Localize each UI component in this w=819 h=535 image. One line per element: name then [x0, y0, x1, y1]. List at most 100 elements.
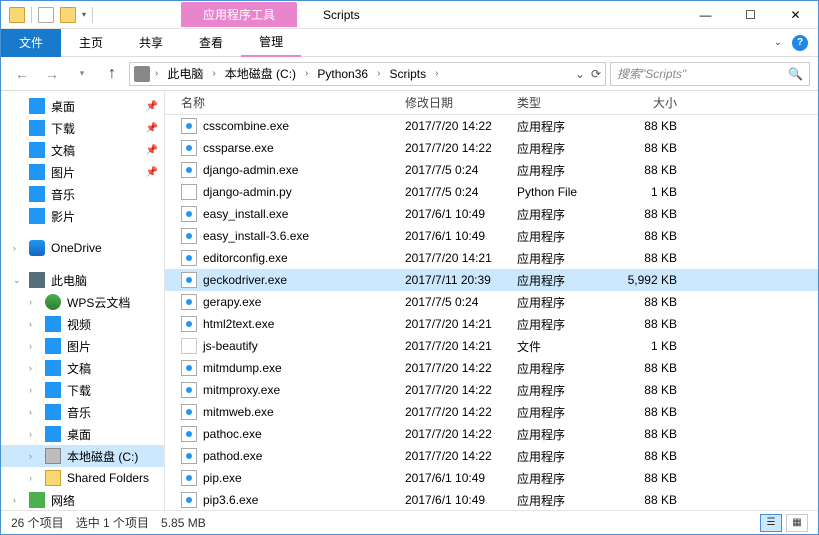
file-date: 2017/7/20 14:22 [405, 449, 517, 463]
search-input[interactable]: 搜索"Scripts" 🔍 [610, 62, 810, 86]
tab-manage[interactable]: 管理 [241, 29, 301, 57]
col-header-type[interactable]: 类型 [517, 94, 617, 111]
sidebar-item-thispc[interactable]: ⌄ 此电脑 [1, 269, 164, 291]
file-date: 2017/6/1 10:49 [405, 471, 517, 485]
file-row[interactable]: html2text.exe2017/7/20 14:21应用程序88 KB [165, 313, 818, 335]
nav-label: 视频 [67, 316, 91, 333]
chevron-right-icon[interactable]: › [13, 243, 16, 253]
chevron-right-icon[interactable]: › [29, 473, 32, 483]
file-row[interactable]: pathoc.exe2017/7/20 14:22应用程序88 KB [165, 423, 818, 445]
tab-file[interactable]: 文件 [1, 29, 61, 57]
sidebar-item-pictures2[interactable]: ›图片 [1, 335, 164, 357]
nav-label: 此电脑 [51, 272, 87, 289]
chevron-right-icon[interactable]: › [13, 495, 16, 505]
chevron-right-icon[interactable]: › [374, 68, 383, 79]
file-row[interactable]: mitmproxy.exe2017/7/20 14:22应用程序88 KB [165, 379, 818, 401]
breadcrumb-seg[interactable]: 本地磁盘 (C:) [221, 63, 300, 84]
sidebar-item-desktop[interactable]: 桌面📌 [1, 95, 164, 117]
sidebar-item-downloads[interactable]: 下载📌 [1, 117, 164, 139]
file-type: Python File [517, 185, 617, 199]
chevron-right-icon[interactable]: › [29, 429, 32, 439]
forward-button[interactable]: → [39, 61, 65, 87]
sidebar-item-documents[interactable]: 文稿📌 [1, 139, 164, 161]
chevron-right-icon[interactable]: › [29, 385, 32, 395]
sidebar-item-pictures[interactable]: 图片📌 [1, 161, 164, 183]
help-icon[interactable]: ? [792, 35, 808, 51]
sidebar-item-downloads2[interactable]: ›下载 [1, 379, 164, 401]
chevron-down-icon[interactable]: ⌄ [13, 275, 21, 286]
sidebar-item-music2[interactable]: ›音乐 [1, 401, 164, 423]
col-header-size[interactable]: 大小 [617, 94, 717, 111]
col-header-date[interactable]: 修改日期 [405, 94, 517, 111]
tab-share[interactable]: 共享 [121, 29, 181, 57]
chevron-right-icon[interactable]: › [152, 68, 161, 79]
recent-locations-icon[interactable]: ▾ [69, 61, 95, 87]
qat-customize-icon[interactable]: ▾ [82, 10, 86, 19]
file-row[interactable]: geckodriver.exe2017/7/11 20:39应用程序5,992 … [165, 269, 818, 291]
ribbon-expand-icon[interactable]: ⌄ [774, 37, 782, 48]
icons-view-button[interactable]: ▦ [786, 514, 808, 532]
sidebar-item-network[interactable]: ›网络 [1, 489, 164, 510]
file-row[interactable]: easy_install.exe2017/6/1 10:49应用程序88 KB [165, 203, 818, 225]
file-row[interactable]: csscombine.exe2017/7/20 14:22应用程序88 KB [165, 115, 818, 137]
properties-icon[interactable] [38, 7, 54, 23]
sidebar-item-wps[interactable]: ›WPS云文档 [1, 291, 164, 313]
file-row[interactable]: editorconfig.exe2017/7/20 14:21应用程序88 KB [165, 247, 818, 269]
address-box[interactable]: › 此电脑 › 本地磁盘 (C:) › Python36 › Scripts ›… [129, 62, 606, 86]
file-row[interactable]: cssparse.exe2017/7/20 14:22应用程序88 KB [165, 137, 818, 159]
tab-home[interactable]: 主页 [61, 29, 121, 57]
file-name: easy_install-3.6.exe [203, 229, 309, 243]
minimize-button[interactable]: — [683, 1, 728, 29]
sidebar-item-localdisk[interactable]: › 本地磁盘 (C:) [1, 445, 164, 467]
breadcrumb-seg[interactable]: Python36 [313, 65, 372, 83]
sidebar-item-documents2[interactable]: ›文稿 [1, 357, 164, 379]
chevron-right-icon[interactable]: › [432, 68, 441, 79]
chevron-right-icon[interactable]: › [29, 407, 32, 417]
drive-icon[interactable] [134, 66, 150, 82]
file-row[interactable]: pip3.6.exe2017/6/1 10:49应用程序88 KB [165, 489, 818, 510]
picture-icon [45, 338, 61, 354]
sidebar-item-videos[interactable]: › 视频 [1, 313, 164, 335]
chevron-right-icon[interactable]: › [209, 68, 218, 79]
file-size: 5,992 KB [617, 273, 717, 287]
sidebar-item-shared[interactable]: ›Shared Folders [1, 467, 164, 489]
maximize-button[interactable]: ☐ [728, 1, 773, 29]
file-row[interactable]: django-admin.exe2017/7/5 0:24应用程序88 KB [165, 159, 818, 181]
chevron-right-icon[interactable]: › [29, 341, 32, 351]
file-row[interactable]: django-admin.py2017/7/5 0:24Python File1… [165, 181, 818, 203]
file-row[interactable]: easy_install-3.6.exe2017/6/1 10:49应用程序88… [165, 225, 818, 247]
refresh-icon[interactable]: ⟳ [591, 67, 601, 81]
file-icon [181, 448, 197, 464]
sidebar-item-desktop2[interactable]: ›桌面 [1, 423, 164, 445]
file-row[interactable]: js-beautify2017/7/20 14:21文件1 KB [165, 335, 818, 357]
disk-icon [45, 448, 61, 464]
file-row[interactable]: mitmdump.exe2017/7/20 14:22应用程序88 KB [165, 357, 818, 379]
close-button[interactable]: ✕ [773, 1, 818, 29]
chevron-right-icon[interactable]: › [29, 319, 32, 329]
file-row[interactable]: gerapy.exe2017/7/5 0:24应用程序88 KB [165, 291, 818, 313]
chevron-right-icon[interactable]: › [29, 451, 32, 461]
dropdown-icon[interactable]: ⌄ [575, 67, 585, 81]
nav-label: 本地磁盘 (C:) [67, 448, 138, 465]
chevron-right-icon[interactable]: › [302, 68, 311, 79]
chevron-right-icon[interactable]: › [29, 363, 32, 373]
sidebar-item-onedrive[interactable]: ›OneDrive [1, 237, 164, 259]
file-row[interactable]: mitmweb.exe2017/7/20 14:22应用程序88 KB [165, 401, 818, 423]
new-folder-icon[interactable] [60, 7, 76, 23]
file-type: 文件 [517, 338, 617, 355]
col-header-name[interactable]: 名称 [165, 94, 405, 111]
details-view-button[interactable]: ☰ [760, 514, 782, 532]
breadcrumb-seg[interactable]: 此电脑 [163, 63, 207, 84]
back-button[interactable]: ← [9, 61, 35, 87]
breadcrumb-seg[interactable]: Scripts [385, 65, 430, 83]
search-icon[interactable]: 🔍 [788, 67, 803, 81]
wps-icon [45, 294, 61, 310]
up-button[interactable]: ↑ [99, 61, 125, 87]
tab-view[interactable]: 查看 [181, 29, 241, 57]
file-row[interactable]: pip.exe2017/6/1 10:49应用程序88 KB [165, 467, 818, 489]
sidebar-item-music[interactable]: 音乐 [1, 183, 164, 205]
chevron-right-icon[interactable]: › [29, 297, 32, 307]
sidebar-item-movies[interactable]: 影片 [1, 205, 164, 227]
file-row[interactable]: pathod.exe2017/7/20 14:22应用程序88 KB [165, 445, 818, 467]
folder-icon[interactable] [9, 7, 25, 23]
